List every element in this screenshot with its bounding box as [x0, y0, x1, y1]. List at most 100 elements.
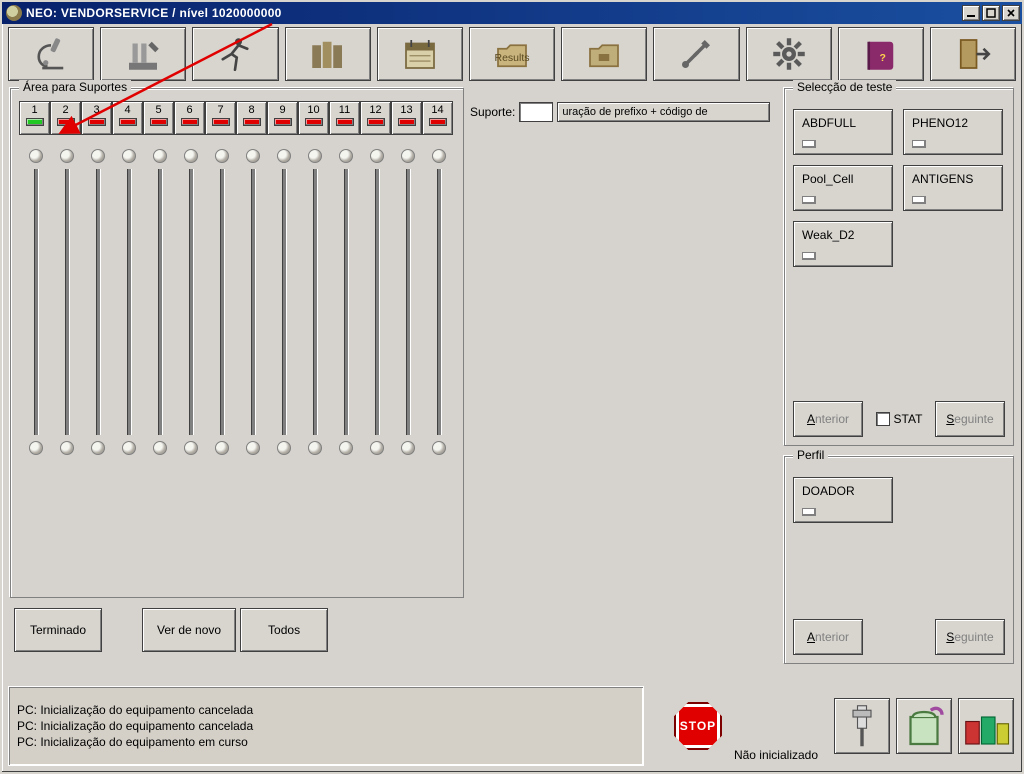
slider-knob-bottom [246, 441, 260, 455]
rack-slot-3[interactable]: 3 [81, 101, 112, 135]
perfil-doador[interactable]: DOADOR [793, 477, 893, 523]
tube-slider-11[interactable] [330, 149, 361, 455]
tube-slider-3[interactable] [82, 149, 113, 455]
rack-slot-number: 10 [307, 104, 319, 116]
test-pool_cell[interactable]: Pool_Cell [793, 165, 893, 211]
rack-slot-10[interactable]: 10 [298, 101, 329, 135]
runner-icon[interactable] [192, 27, 278, 81]
maximize-button[interactable] [982, 5, 1000, 21]
tube-slider-14[interactable] [423, 149, 454, 455]
slider-track [158, 169, 162, 435]
waste-status-icon[interactable] [958, 698, 1014, 754]
view-again-button[interactable]: Ver de novo [142, 608, 236, 652]
rack-slot-led [26, 118, 44, 126]
tests-next-button[interactable]: Seguinte [935, 401, 1005, 437]
rack-slot-led [88, 118, 106, 126]
status-line: PC: Inicialização do equipamento cancela… [17, 719, 635, 733]
done-button[interactable]: Terminado [14, 608, 102, 652]
test-button-indicator [802, 252, 816, 260]
rack-slot-led [119, 118, 137, 126]
test-button-indicator [802, 508, 816, 516]
tube-slider-1[interactable] [20, 149, 51, 455]
close-button[interactable] [1002, 5, 1020, 21]
test-button-label: ANTIGENS [912, 172, 973, 186]
rack-slot-number: 1 [31, 104, 37, 116]
rack-slot-5[interactable]: 5 [143, 101, 174, 135]
gear-icon[interactable] [746, 27, 832, 81]
rack-slot-4[interactable]: 4 [112, 101, 143, 135]
slider-knob-top [184, 149, 198, 163]
all-button[interactable]: Todos [240, 608, 328, 652]
help-book-icon[interactable]: ? [838, 27, 924, 81]
rack-slot-number: 13 [400, 104, 412, 116]
tube-slider-8[interactable] [237, 149, 268, 455]
tube-slider-10[interactable] [299, 149, 330, 455]
rack-slot-11[interactable]: 11 [329, 101, 360, 135]
rack-slot-12[interactable]: 12 [360, 101, 391, 135]
rack-slot-number: 9 [279, 104, 285, 116]
status-log: PC: Inicialização do equipamento cancela… [8, 686, 644, 766]
window-title: NEO: VENDORSERVICE / nível 1020000000 [26, 6, 282, 20]
slider-track [189, 169, 193, 435]
slider-knob-top [432, 149, 446, 163]
racks-group-label: Área para Suportes [19, 80, 131, 94]
tube-slider-5[interactable] [144, 149, 175, 455]
test-button-indicator [912, 140, 926, 148]
microscope-icon[interactable] [8, 27, 94, 81]
rack-slot-number: 4 [124, 104, 130, 116]
slider-knob-top [215, 149, 229, 163]
rack-slot-8[interactable]: 8 [236, 101, 267, 135]
tube-slider-2[interactable] [51, 149, 82, 455]
slider-knob-bottom [60, 441, 74, 455]
slider-knob-bottom [184, 441, 198, 455]
slider-knob-top [91, 149, 105, 163]
reagent-status-icon[interactable] [896, 698, 952, 754]
slider-knob-bottom [122, 441, 136, 455]
rack-slot-9[interactable]: 9 [267, 101, 298, 135]
slider-track [34, 169, 38, 435]
rack-slot-led [305, 118, 323, 126]
minimize-button[interactable] [962, 5, 980, 21]
cassettes-icon[interactable] [285, 27, 371, 81]
rack-slot-7[interactable]: 7 [205, 101, 236, 135]
rack-slot-13[interactable]: 13 [391, 101, 422, 135]
test-button-indicator [802, 196, 816, 204]
stop-button[interactable]: STOP [670, 698, 726, 754]
slider-knob-top [60, 149, 74, 163]
perfil-next-button[interactable]: Seguinte [935, 619, 1005, 655]
pipette-icon[interactable] [100, 27, 186, 81]
test-pheno12[interactable]: PHENO12 [903, 109, 1003, 155]
tube-slider-7[interactable] [206, 149, 237, 455]
tests-prev-button[interactable]: Anterior [793, 401, 863, 437]
test-antigens[interactable]: ANTIGENS [903, 165, 1003, 211]
rack-slot-14[interactable]: 14 [422, 101, 453, 135]
test-weak_d2[interactable]: Weak_D2 [793, 221, 893, 267]
perfil-prev-button[interactable]: Anterior [793, 619, 863, 655]
tube-slider-4[interactable] [113, 149, 144, 455]
exit-icon[interactable] [930, 27, 1016, 81]
tube-slider-6[interactable] [175, 149, 206, 455]
tube-slider-13[interactable] [392, 149, 423, 455]
rack-slot-number: 12 [369, 104, 381, 116]
tools-icon[interactable] [653, 27, 739, 81]
archive-icon[interactable] [561, 27, 647, 81]
results-folder-icon[interactable]: Results [469, 27, 555, 81]
slider-track [282, 169, 286, 435]
test-button-label: Pool_Cell [802, 172, 853, 186]
probe-status-icon[interactable] [834, 698, 890, 754]
stat-checkbox[interactable]: STAT [876, 412, 923, 426]
tube-slider-12[interactable] [361, 149, 392, 455]
rack-slot-1[interactable]: 1 [19, 101, 50, 135]
suporte-input[interactable] [519, 102, 553, 122]
calendar-icon[interactable] [377, 27, 463, 81]
slider-track [251, 169, 255, 435]
test-abdfull[interactable]: ABDFULL [793, 109, 893, 155]
slider-knob-bottom [432, 441, 446, 455]
tube-slider-9[interactable] [268, 149, 299, 455]
slider-track [65, 169, 69, 435]
rack-slot-led [243, 118, 261, 126]
slider-knob-bottom [339, 441, 353, 455]
rack-slot-2[interactable]: 2 [50, 101, 81, 135]
slider-knob-bottom [29, 441, 43, 455]
rack-slot-6[interactable]: 6 [174, 101, 205, 135]
